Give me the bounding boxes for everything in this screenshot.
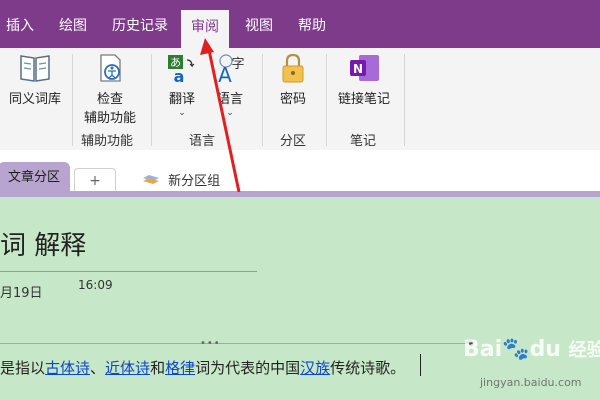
watermark-url: jingyan.baidu.com (480, 376, 582, 389)
paw-icon: 🐾 (502, 337, 530, 362)
watermark-logo: Bai🐾du 经验 (463, 337, 600, 362)
baidu-watermark: Bai🐾du 经验 jingyan.baidu.com (455, 336, 600, 396)
